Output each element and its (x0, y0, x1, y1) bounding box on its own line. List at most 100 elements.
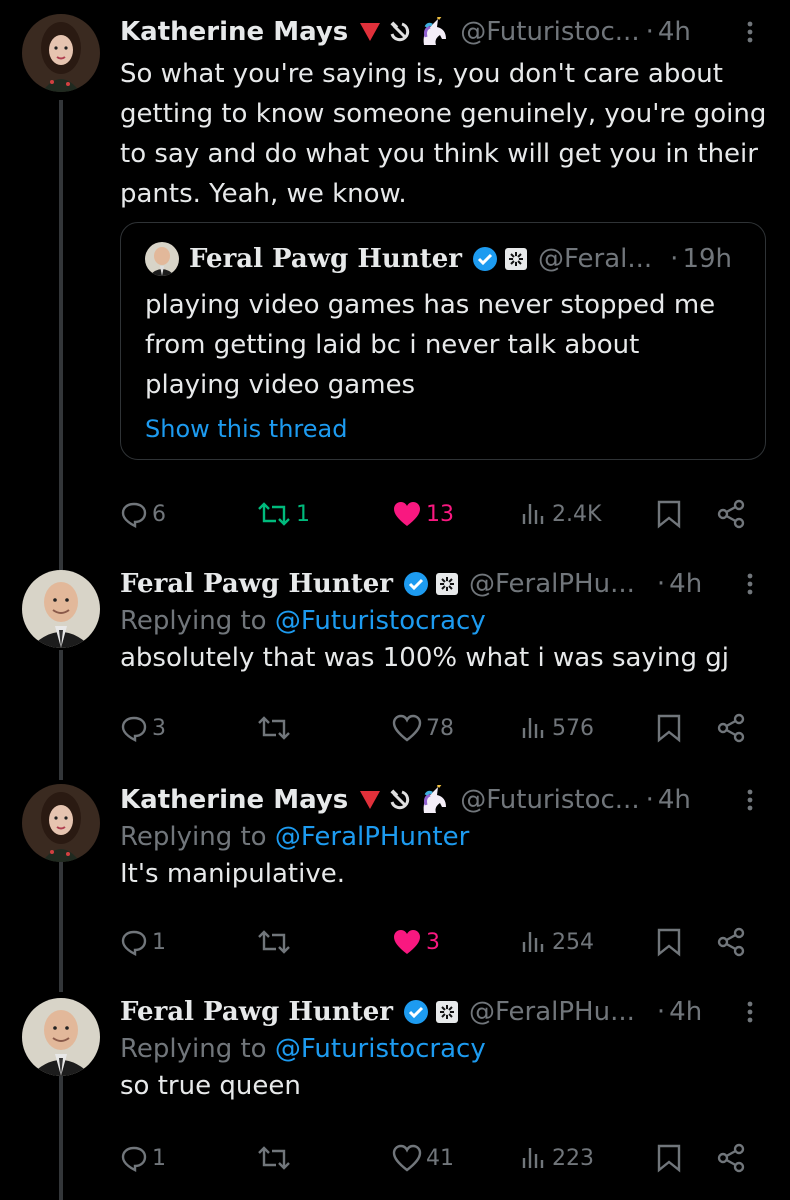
author-name[interactable]: Feral Pawg Hunter (120, 569, 393, 599)
heart-icon (392, 1144, 422, 1172)
tweet[interactable]: Feral Pawg Hunter @FeralPHu... · 4h Repl… (0, 560, 790, 770)
share-button[interactable] (716, 922, 746, 962)
show-thread-link[interactable]: Show this thread (145, 415, 741, 443)
views-button[interactable]: 223 (520, 1138, 594, 1178)
like-count: 3 (426, 929, 440, 955)
views-button[interactable]: 576 (520, 708, 594, 748)
triangle-emoji-icon (360, 791, 381, 809)
like-button[interactable]: 78 (392, 708, 454, 748)
reply-button[interactable]: 1 (120, 922, 166, 962)
views-button[interactable]: 2.4K (520, 494, 601, 534)
bookmark-button[interactable] (656, 494, 682, 534)
like-count: 41 (426, 1145, 454, 1171)
reply-count: 1 (152, 929, 166, 955)
reply-icon (121, 716, 147, 742)
replying-to-link[interactable]: @Futuristocracy (275, 606, 486, 636)
share-button[interactable] (716, 1138, 746, 1178)
author-handle[interactable]: @FeralPHu... (469, 997, 635, 1027)
bookmark-button[interactable] (656, 708, 682, 748)
retweet-icon (258, 502, 290, 526)
quoted-timestamp[interactable]: 19h (682, 244, 732, 274)
author-name[interactable]: Feral Pawg Hunter (120, 997, 393, 1027)
author-handle[interactable]: @Futuristoc... (460, 785, 639, 815)
bookmark-icon (657, 1144, 681, 1173)
hammer-sickle-emoji-icon (390, 21, 410, 42)
timestamp[interactable]: 4h (669, 997, 702, 1027)
retweet-button[interactable] (256, 708, 296, 748)
tweet-text: It's manipulative. (120, 859, 345, 889)
bookmark-button[interactable] (656, 1138, 682, 1178)
bookmark-button[interactable] (656, 922, 682, 962)
tweet[interactable]: Katherine Mays @Futuristoc... · 4h So wh… (0, 0, 790, 560)
timestamp[interactable]: 4h (669, 569, 702, 599)
quoted-tweet[interactable]: Feral Pawg Hunter @Feral... · 19h playin… (120, 222, 766, 460)
replying-to: Replying to @Futuristocracy (120, 1034, 766, 1064)
replying-to: Replying to @FeralPHunter (120, 822, 766, 852)
author-handle[interactable]: @FeralPHu... (469, 569, 635, 599)
heart-icon (394, 502, 420, 526)
views-icon (522, 718, 544, 738)
replying-to-link[interactable]: @Futuristocracy (275, 1034, 486, 1064)
share-button[interactable] (716, 708, 746, 748)
heart-icon (392, 714, 422, 742)
quoted-author-name[interactable]: Feral Pawg Hunter (189, 244, 462, 274)
avatar[interactable] (22, 998, 100, 1076)
retweet-icon (258, 930, 290, 954)
retweet-count: 1 (296, 501, 310, 527)
like-button[interactable]: 13 (392, 494, 454, 534)
sparkle-badge-icon (436, 573, 458, 595)
like-count: 13 (426, 501, 454, 527)
replying-to-link[interactable]: @FeralPHunter (275, 822, 469, 852)
bookmark-icon (657, 714, 681, 743)
retweet-button[interactable]: 1 (256, 494, 310, 534)
like-button[interactable]: 3 (392, 922, 440, 962)
quoted-author-handle[interactable]: @Feral... (538, 244, 652, 274)
hammer-sickle-emoji-icon (390, 789, 410, 810)
tweet[interactable]: Feral Pawg Hunter @FeralPHu... · 4h Repl… (0, 990, 790, 1200)
tweet-actions: 3 78 576 (120, 708, 760, 748)
timestamp[interactable]: 4h (658, 785, 691, 815)
view-count: 223 (552, 1145, 594, 1171)
quoted-tweet-text: playing video games has never stopped me… (145, 290, 716, 400)
separator-dot: · (645, 17, 654, 47)
tweet[interactable]: Katherine Mays @Futuristoc... · 4h Reply… (0, 776, 790, 986)
views-button[interactable]: 254 (520, 922, 594, 962)
avatar[interactable] (22, 570, 100, 648)
reply-icon (121, 502, 147, 528)
like-button[interactable]: 41 (392, 1138, 454, 1178)
reply-button[interactable]: 6 (120, 494, 166, 534)
replying-prefix: Replying to (120, 1034, 267, 1064)
views-icon (522, 1148, 544, 1168)
views-icon (522, 932, 544, 952)
verified-badge-icon (473, 247, 497, 271)
more-icon[interactable] (746, 12, 754, 52)
retweet-button[interactable] (256, 1138, 296, 1178)
avatar[interactable] (22, 784, 100, 862)
author-name[interactable]: Katherine Mays (120, 17, 348, 47)
reply-button[interactable]: 1 (120, 1138, 166, 1178)
more-icon[interactable] (746, 780, 754, 820)
tweet-actions: 1 3 254 (120, 922, 760, 962)
avatar[interactable] (22, 14, 100, 92)
quoted-avatar[interactable] (145, 242, 179, 276)
share-icon (717, 499, 745, 529)
verified-badge-icon (404, 572, 428, 596)
share-icon (717, 1143, 745, 1173)
retweet-button[interactable] (256, 922, 296, 962)
more-icon[interactable] (746, 564, 754, 604)
unicorn-emoji-icon (423, 785, 447, 813)
reply-count: 6 (152, 501, 166, 527)
timestamp[interactable]: 4h (658, 17, 691, 47)
share-button[interactable] (716, 494, 746, 534)
tweet-text: absolutely that was 100% what i was sayi… (120, 643, 730, 673)
share-icon (717, 713, 745, 743)
triangle-emoji-icon (360, 23, 381, 41)
author-name[interactable]: Katherine Mays (120, 785, 348, 815)
more-icon[interactable] (746, 992, 754, 1032)
bookmark-icon (657, 500, 681, 529)
reply-button[interactable]: 3 (120, 708, 166, 748)
tweet-actions: 6 1 13 2.4K (120, 494, 760, 534)
sparkle-badge-icon (505, 248, 527, 270)
views-icon (522, 504, 544, 524)
author-handle[interactable]: @Futuristoc... (460, 17, 639, 47)
